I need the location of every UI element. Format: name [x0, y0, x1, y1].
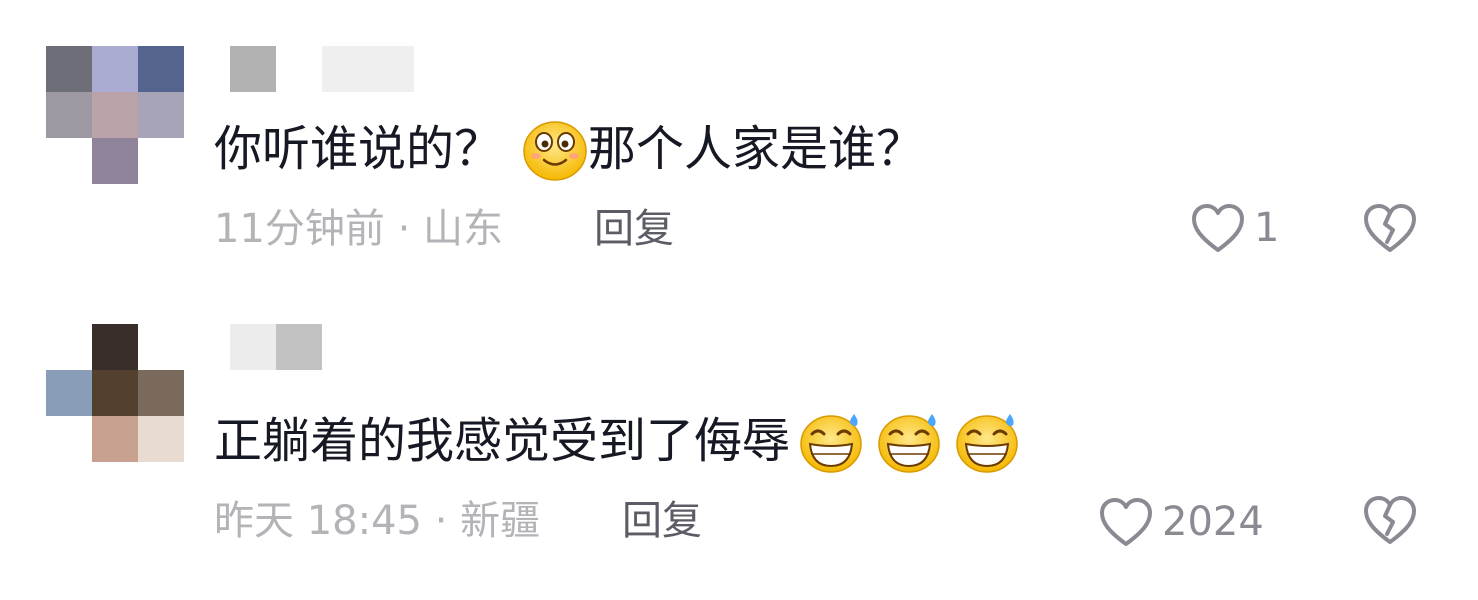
avatar[interactable]	[46, 324, 184, 462]
grinning-sweat-emoji-icon	[956, 414, 1018, 473]
like-count: 1	[1254, 205, 1280, 251]
comment-text-before: 正躺着的我感觉受到了侮辱	[214, 413, 791, 469]
heart-icon	[1100, 498, 1152, 546]
comment-time-location: 昨天 18:45 · 新疆	[214, 498, 541, 544]
username-redacted[interactable]	[230, 46, 414, 92]
comment-time-location: 11分钟前 · 山东	[214, 206, 504, 252]
comment-text: 正躺着的我感觉受到了侮辱	[214, 408, 1020, 474]
username-redacted[interactable]	[230, 324, 322, 370]
grinning-sweat-emoji-icon	[878, 414, 940, 473]
reply-button[interactable]: 回复	[622, 496, 702, 546]
comment-text-after: 那个人家是谁？	[588, 121, 925, 177]
comment-text-before: 你听谁说的？	[214, 121, 503, 177]
heart-icon	[1192, 204, 1244, 252]
comment-text: 你听谁说的？ 那个人家是谁？	[214, 116, 924, 182]
like-count: 2024	[1162, 499, 1264, 545]
dislike-broken-heart-icon[interactable]	[1362, 494, 1418, 546]
avatar[interactable]	[46, 46, 184, 184]
smiling-face-emoji-icon	[523, 121, 587, 181]
grinning-sweat-emoji-icon	[800, 414, 862, 473]
dislike-broken-heart-icon[interactable]	[1362, 202, 1418, 254]
like-button[interactable]: 2024	[1098, 496, 1264, 548]
reply-button[interactable]: 回复	[594, 204, 674, 254]
like-button[interactable]: 1	[1190, 202, 1279, 254]
